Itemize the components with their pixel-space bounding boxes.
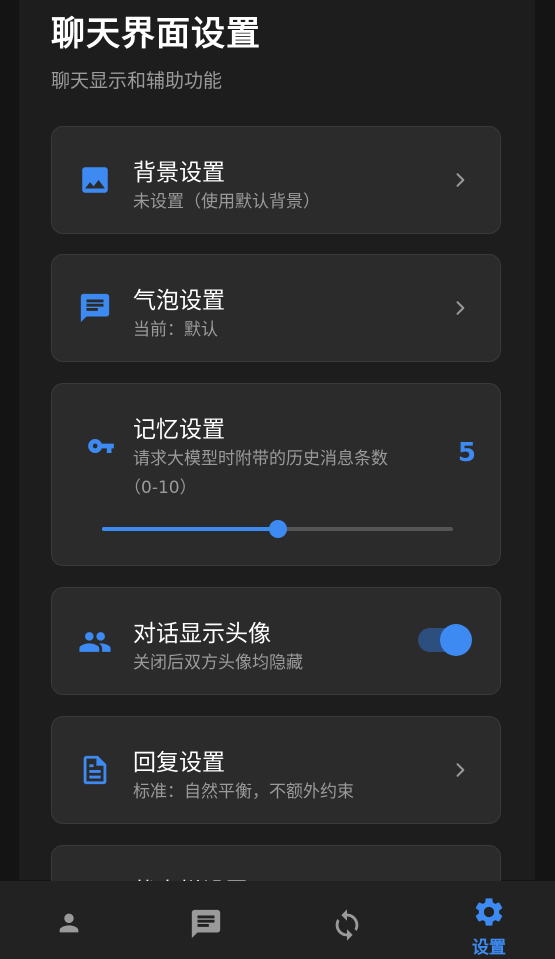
message-icon [78,291,112,325]
reply-settings-card[interactable]: 回复设置 标准：自然平衡，不额外约束 [51,716,501,824]
key-icon [87,432,115,460]
avatar-display-toggle[interactable] [418,624,472,656]
reply-settings-title: 回复设置 [133,750,225,776]
memory-settings-title: 记忆设置 [133,417,225,443]
chat-settings-screen: 聊天界面设置 聊天显示和辅助功能 背景设置 未设置（使用默认背景） 气泡设置 当… [0,0,555,959]
bubble-settings-title: 气泡设置 [133,288,225,314]
memory-slider-fill [102,527,278,531]
bubble-settings-subtitle: 当前：默认 [133,320,218,340]
toggle-knob [440,624,472,656]
background-settings-subtitle: 未设置（使用默认背景） [133,192,320,212]
chat-icon [189,907,223,941]
document-icon [78,753,112,787]
nav-item-settings[interactable]: 设置 [420,881,555,959]
gear-icon [472,895,506,929]
avatar-display-subtitle: 关闭后双方头像均隐藏 [133,653,303,673]
nav-item-profile[interactable] [0,881,138,959]
avatar-display-title: 对话显示头像 [133,621,271,647]
sync-icon [330,908,364,942]
page-title: 聊天界面设置 [51,14,261,54]
chevron-right-icon [450,760,470,780]
bottom-navigation: 设置 [0,881,555,959]
person-icon [55,909,83,937]
avatar-display-card: 对话显示头像 关闭后双方头像均隐藏 [51,587,501,695]
nav-item-sync[interactable] [278,881,416,959]
memory-slider-thumb[interactable] [268,520,287,538]
nav-label-settings: 设置 [472,938,506,958]
background-settings-card[interactable]: 背景设置 未设置（使用默认背景） [51,126,501,234]
bubble-settings-card[interactable]: 气泡设置 当前：默认 [51,254,501,362]
image-icon [78,163,112,197]
memory-slider[interactable] [102,520,453,538]
nav-item-chat[interactable] [137,881,275,959]
reply-settings-subtitle: 标准：自然平衡，不额外约束 [133,782,354,802]
background-settings-title: 背景设置 [133,160,225,186]
page-subtitle: 聊天显示和辅助功能 [51,70,223,92]
memory-settings-card: 记忆设置 请求大模型时附带的历史消息条数 （0-10） 5 [51,383,501,566]
people-icon [78,625,112,659]
memory-settings-subtitle: 请求大模型时附带的历史消息条数 [133,449,388,469]
memory-value: 5 [457,438,476,468]
chevron-right-icon [450,298,470,318]
memory-settings-range: （0-10） [124,478,197,498]
chevron-right-icon [450,170,470,190]
